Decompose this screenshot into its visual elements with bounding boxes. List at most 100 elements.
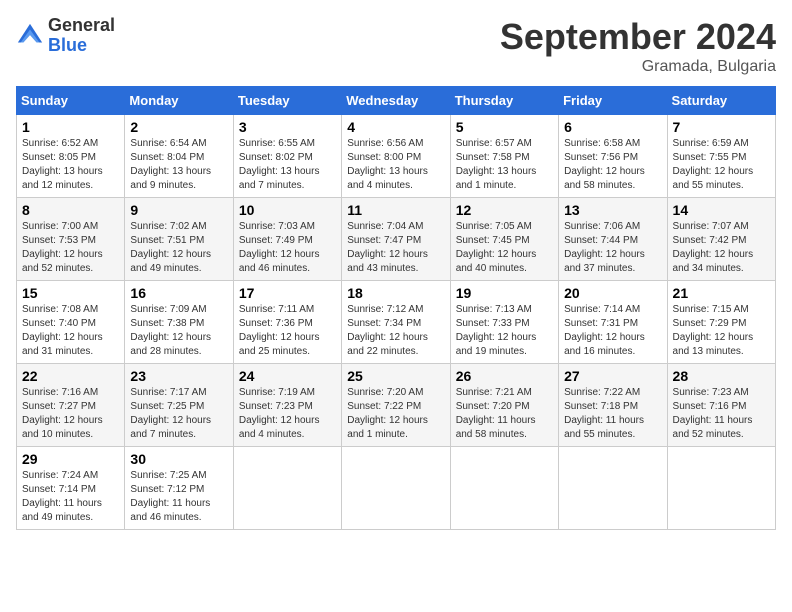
day-info: Sunrise: 7:13 AM Sunset: 7:33 PM Dayligh… bbox=[456, 303, 553, 359]
day-number: 12 bbox=[456, 202, 553, 218]
day-info: Sunrise: 7:23 AM Sunset: 7:16 PM Dayligh… bbox=[673, 386, 770, 442]
col-tuesday: Tuesday bbox=[233, 87, 341, 115]
calendar-cell: 18 Sunrise: 7:12 AM Sunset: 7:34 PM Dayl… bbox=[342, 281, 450, 364]
title-section: September 2024 Gramada, Bulgaria bbox=[500, 16, 776, 76]
day-info: Sunrise: 7:09 AM Sunset: 7:38 PM Dayligh… bbox=[130, 303, 227, 359]
logo: General Blue bbox=[16, 16, 115, 56]
calendar-cell bbox=[342, 447, 450, 530]
calendar-cell: 9 Sunrise: 7:02 AM Sunset: 7:51 PM Dayli… bbox=[125, 198, 233, 281]
location-title: Gramada, Bulgaria bbox=[500, 58, 776, 76]
day-number: 18 bbox=[347, 285, 444, 301]
calendar-row: 15 Sunrise: 7:08 AM Sunset: 7:40 PM Dayl… bbox=[17, 281, 776, 364]
calendar-cell: 7 Sunrise: 6:59 AM Sunset: 7:55 PM Dayli… bbox=[667, 115, 775, 198]
day-info: Sunrise: 6:58 AM Sunset: 7:56 PM Dayligh… bbox=[564, 137, 661, 193]
day-info: Sunrise: 6:56 AM Sunset: 8:00 PM Dayligh… bbox=[347, 137, 444, 193]
day-number: 4 bbox=[347, 119, 444, 135]
col-sunday: Sunday bbox=[17, 87, 125, 115]
day-number: 22 bbox=[22, 368, 119, 384]
calendar-cell bbox=[559, 447, 667, 530]
day-number: 29 bbox=[22, 451, 119, 467]
day-info: Sunrise: 7:02 AM Sunset: 7:51 PM Dayligh… bbox=[130, 220, 227, 276]
logo-icon bbox=[16, 22, 44, 50]
day-info: Sunrise: 6:52 AM Sunset: 8:05 PM Dayligh… bbox=[22, 137, 119, 193]
day-number: 2 bbox=[130, 119, 227, 135]
col-thursday: Thursday bbox=[450, 87, 558, 115]
day-info: Sunrise: 7:21 AM Sunset: 7:20 PM Dayligh… bbox=[456, 386, 553, 442]
calendar-cell: 5 Sunrise: 6:57 AM Sunset: 7:58 PM Dayli… bbox=[450, 115, 558, 198]
calendar-cell: 27 Sunrise: 7:22 AM Sunset: 7:18 PM Dayl… bbox=[559, 364, 667, 447]
day-number: 17 bbox=[239, 285, 336, 301]
calendar-cell: 23 Sunrise: 7:17 AM Sunset: 7:25 PM Dayl… bbox=[125, 364, 233, 447]
calendar-cell: 29 Sunrise: 7:24 AM Sunset: 7:14 PM Dayl… bbox=[17, 447, 125, 530]
day-number: 9 bbox=[130, 202, 227, 218]
calendar-cell: 2 Sunrise: 6:54 AM Sunset: 8:04 PM Dayli… bbox=[125, 115, 233, 198]
day-info: Sunrise: 7:06 AM Sunset: 7:44 PM Dayligh… bbox=[564, 220, 661, 276]
day-number: 30 bbox=[130, 451, 227, 467]
calendar-cell: 30 Sunrise: 7:25 AM Sunset: 7:12 PM Dayl… bbox=[125, 447, 233, 530]
logo-text: General Blue bbox=[48, 16, 115, 56]
day-info: Sunrise: 7:19 AM Sunset: 7:23 PM Dayligh… bbox=[239, 386, 336, 442]
calendar-cell: 28 Sunrise: 7:23 AM Sunset: 7:16 PM Dayl… bbox=[667, 364, 775, 447]
day-number: 24 bbox=[239, 368, 336, 384]
day-number: 27 bbox=[564, 368, 661, 384]
calendar-cell: 4 Sunrise: 6:56 AM Sunset: 8:00 PM Dayli… bbox=[342, 115, 450, 198]
calendar-cell: 22 Sunrise: 7:16 AM Sunset: 7:27 PM Dayl… bbox=[17, 364, 125, 447]
day-number: 26 bbox=[456, 368, 553, 384]
calendar-cell: 6 Sunrise: 6:58 AM Sunset: 7:56 PM Dayli… bbox=[559, 115, 667, 198]
calendar-table: Sunday Monday Tuesday Wednesday Thursday… bbox=[16, 86, 776, 530]
calendar-cell: 25 Sunrise: 7:20 AM Sunset: 7:22 PM Dayl… bbox=[342, 364, 450, 447]
calendar-cell: 19 Sunrise: 7:13 AM Sunset: 7:33 PM Dayl… bbox=[450, 281, 558, 364]
day-info: Sunrise: 6:57 AM Sunset: 7:58 PM Dayligh… bbox=[456, 137, 553, 193]
calendar-row: 1 Sunrise: 6:52 AM Sunset: 8:05 PM Dayli… bbox=[17, 115, 776, 198]
day-number: 21 bbox=[673, 285, 770, 301]
day-number: 7 bbox=[673, 119, 770, 135]
calendar-cell: 17 Sunrise: 7:11 AM Sunset: 7:36 PM Dayl… bbox=[233, 281, 341, 364]
logo-general-text: General bbox=[48, 16, 115, 36]
day-number: 3 bbox=[239, 119, 336, 135]
day-info: Sunrise: 7:17 AM Sunset: 7:25 PM Dayligh… bbox=[130, 386, 227, 442]
calendar-cell: 10 Sunrise: 7:03 AM Sunset: 7:49 PM Dayl… bbox=[233, 198, 341, 281]
day-info: Sunrise: 7:03 AM Sunset: 7:49 PM Dayligh… bbox=[239, 220, 336, 276]
day-number: 20 bbox=[564, 285, 661, 301]
calendar-cell: 24 Sunrise: 7:19 AM Sunset: 7:23 PM Dayl… bbox=[233, 364, 341, 447]
day-info: Sunrise: 7:07 AM Sunset: 7:42 PM Dayligh… bbox=[673, 220, 770, 276]
day-number: 1 bbox=[22, 119, 119, 135]
calendar-cell: 3 Sunrise: 6:55 AM Sunset: 8:02 PM Dayli… bbox=[233, 115, 341, 198]
calendar-cell: 11 Sunrise: 7:04 AM Sunset: 7:47 PM Dayl… bbox=[342, 198, 450, 281]
calendar-cell: 13 Sunrise: 7:06 AM Sunset: 7:44 PM Dayl… bbox=[559, 198, 667, 281]
col-monday: Monday bbox=[125, 87, 233, 115]
calendar-cell bbox=[450, 447, 558, 530]
calendar-cell bbox=[667, 447, 775, 530]
day-info: Sunrise: 7:11 AM Sunset: 7:36 PM Dayligh… bbox=[239, 303, 336, 359]
calendar-cell: 8 Sunrise: 7:00 AM Sunset: 7:53 PM Dayli… bbox=[17, 198, 125, 281]
day-info: Sunrise: 7:00 AM Sunset: 7:53 PM Dayligh… bbox=[22, 220, 119, 276]
calendar-cell: 16 Sunrise: 7:09 AM Sunset: 7:38 PM Dayl… bbox=[125, 281, 233, 364]
day-number: 5 bbox=[456, 119, 553, 135]
calendar-row: 29 Sunrise: 7:24 AM Sunset: 7:14 PM Dayl… bbox=[17, 447, 776, 530]
day-info: Sunrise: 7:22 AM Sunset: 7:18 PM Dayligh… bbox=[564, 386, 661, 442]
day-info: Sunrise: 7:15 AM Sunset: 7:29 PM Dayligh… bbox=[673, 303, 770, 359]
day-number: 15 bbox=[22, 285, 119, 301]
col-wednesday: Wednesday bbox=[342, 87, 450, 115]
day-number: 6 bbox=[564, 119, 661, 135]
calendar-cell: 26 Sunrise: 7:21 AM Sunset: 7:20 PM Dayl… bbox=[450, 364, 558, 447]
day-number: 28 bbox=[673, 368, 770, 384]
calendar-cell: 14 Sunrise: 7:07 AM Sunset: 7:42 PM Dayl… bbox=[667, 198, 775, 281]
month-title: September 2024 bbox=[500, 16, 776, 58]
calendar-row: 22 Sunrise: 7:16 AM Sunset: 7:27 PM Dayl… bbox=[17, 364, 776, 447]
calendar-body: 1 Sunrise: 6:52 AM Sunset: 8:05 PM Dayli… bbox=[17, 115, 776, 530]
day-number: 11 bbox=[347, 202, 444, 218]
calendar-cell: 20 Sunrise: 7:14 AM Sunset: 7:31 PM Dayl… bbox=[559, 281, 667, 364]
day-info: Sunrise: 6:59 AM Sunset: 7:55 PM Dayligh… bbox=[673, 137, 770, 193]
day-info: Sunrise: 6:55 AM Sunset: 8:02 PM Dayligh… bbox=[239, 137, 336, 193]
day-info: Sunrise: 7:04 AM Sunset: 7:47 PM Dayligh… bbox=[347, 220, 444, 276]
col-saturday: Saturday bbox=[667, 87, 775, 115]
col-friday: Friday bbox=[559, 87, 667, 115]
calendar-cell bbox=[233, 447, 341, 530]
day-info: Sunrise: 6:54 AM Sunset: 8:04 PM Dayligh… bbox=[130, 137, 227, 193]
calendar-row: 8 Sunrise: 7:00 AM Sunset: 7:53 PM Dayli… bbox=[17, 198, 776, 281]
day-info: Sunrise: 7:05 AM Sunset: 7:45 PM Dayligh… bbox=[456, 220, 553, 276]
calendar-cell: 12 Sunrise: 7:05 AM Sunset: 7:45 PM Dayl… bbox=[450, 198, 558, 281]
day-info: Sunrise: 7:25 AM Sunset: 7:12 PM Dayligh… bbox=[130, 469, 227, 525]
day-number: 16 bbox=[130, 285, 227, 301]
